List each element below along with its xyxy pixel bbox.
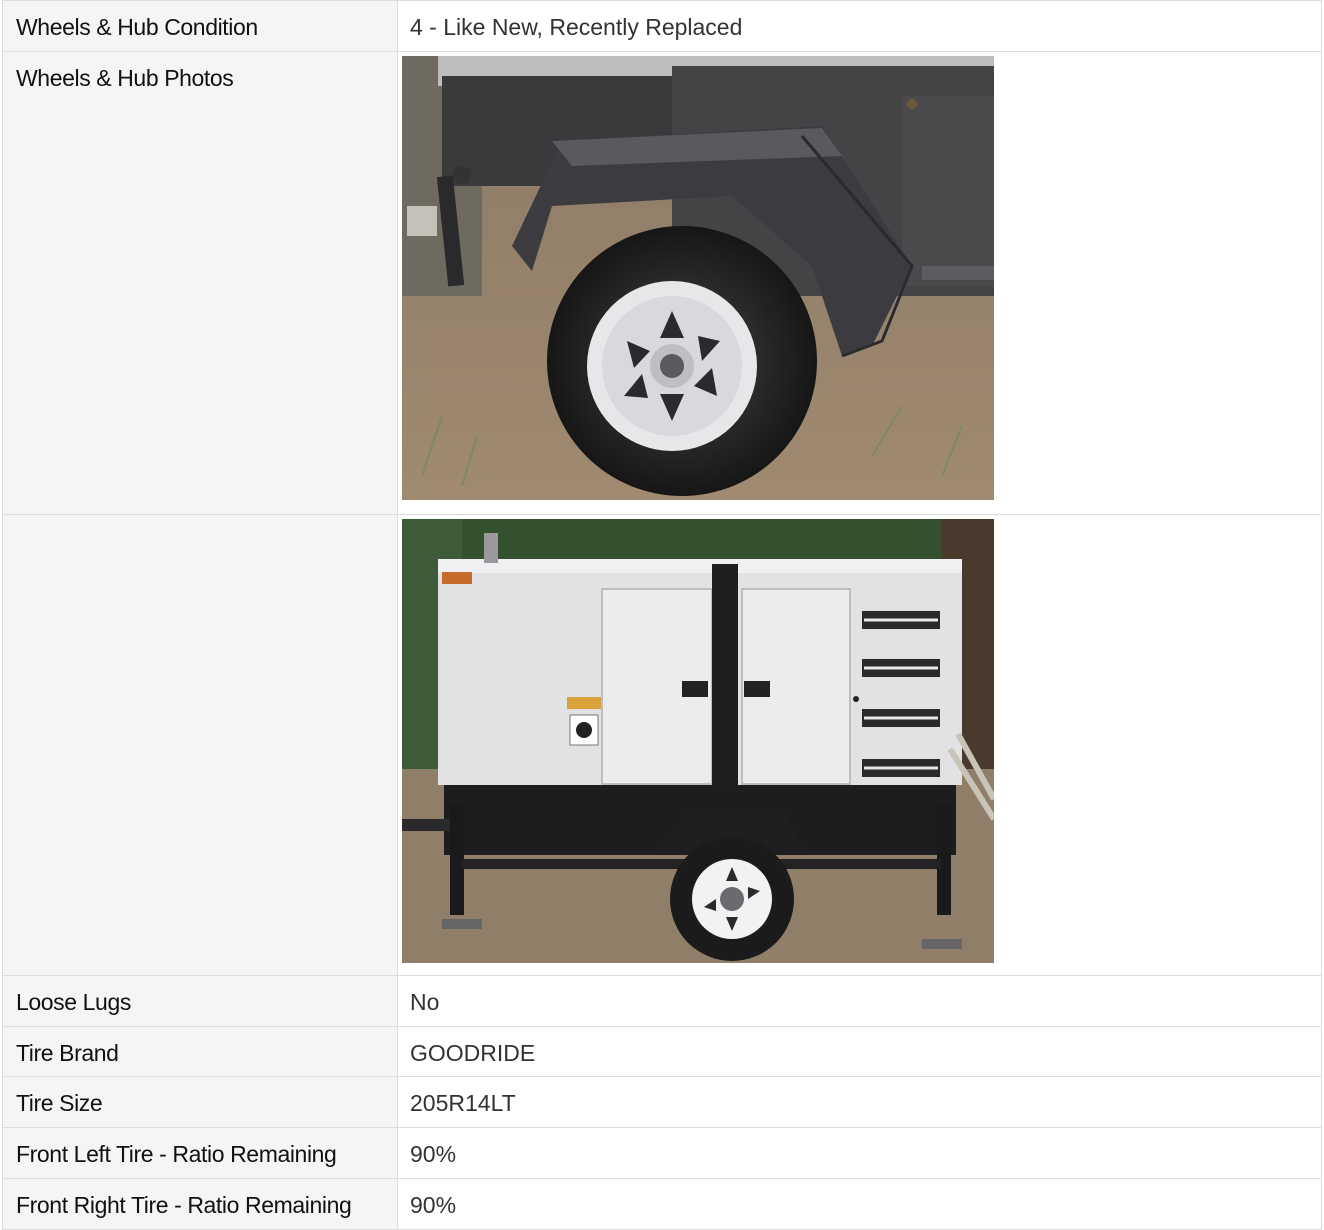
row-label: Tire Size bbox=[2, 1076, 398, 1129]
generator-trailer-photo[interactable] bbox=[402, 518, 994, 963]
row-value: 90% bbox=[397, 1127, 1322, 1180]
table-row: Front Right Tire - Ratio Remaining 90% bbox=[2, 1178, 1322, 1230]
row-label: Wheels & Hub Condition bbox=[2, 0, 398, 52]
row-label: Tire Brand bbox=[2, 1025, 398, 1078]
photo-cell bbox=[397, 50, 1322, 515]
table-row: Wheels & Hub Photos bbox=[2, 50, 1322, 515]
row-label: Wheels & Hub Photos bbox=[2, 50, 398, 515]
row-value: 205R14LT bbox=[397, 1076, 1322, 1129]
row-label: Loose Lugs bbox=[2, 974, 398, 1027]
table-row: Tire Brand GOODRIDE bbox=[2, 1025, 1322, 1078]
table-row bbox=[2, 513, 1322, 976]
row-value: No bbox=[397, 974, 1322, 1027]
row-value: 4 - Like New, Recently Replaced bbox=[397, 0, 1322, 52]
row-label bbox=[2, 513, 398, 976]
table-row: Front Left Tire - Ratio Remaining 90% bbox=[2, 1127, 1322, 1180]
table-row: Loose Lugs No bbox=[2, 974, 1322, 1027]
row-label: Front Right Tire - Ratio Remaining bbox=[2, 1178, 398, 1230]
row-value: GOODRIDE bbox=[397, 1025, 1322, 1078]
inspection-table: Wheels & Hub Condition 4 - Like New, Rec… bbox=[2, 0, 1322, 1230]
row-value: 90% bbox=[397, 1178, 1322, 1230]
row-label: Front Left Tire - Ratio Remaining bbox=[2, 1127, 398, 1180]
table-row: Tire Size 205R14LT bbox=[2, 1076, 1322, 1129]
table-row: Wheels & Hub Condition 4 - Like New, Rec… bbox=[2, 0, 1322, 52]
trailer-wheel-photo[interactable] bbox=[402, 55, 994, 500]
photo-cell bbox=[397, 513, 1322, 976]
